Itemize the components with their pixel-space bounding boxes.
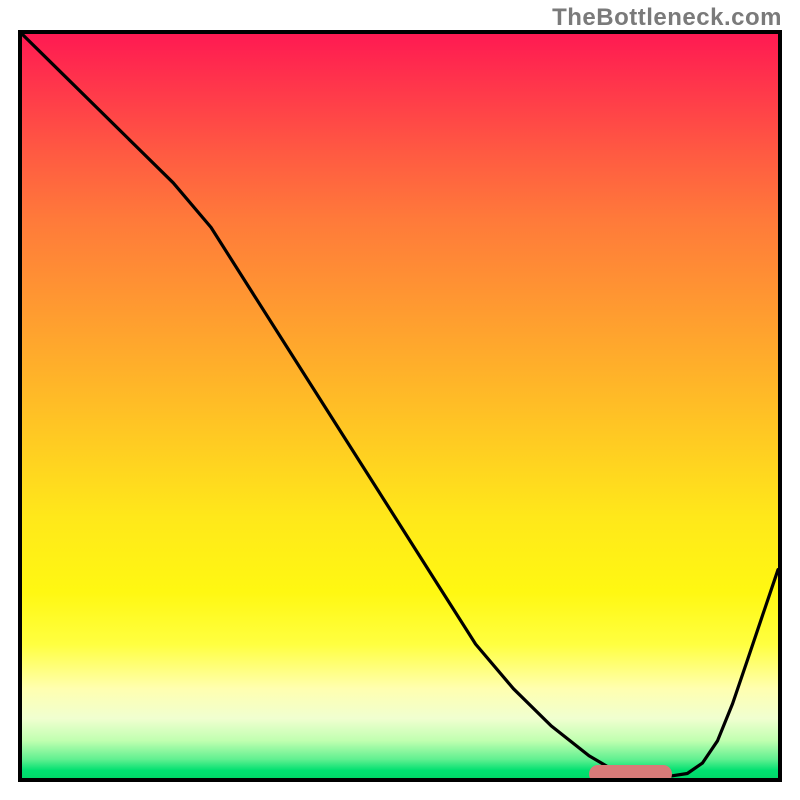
chart-container: TheBottleneck.com xyxy=(0,0,800,800)
watermark-text: TheBottleneck.com xyxy=(552,4,782,32)
bottleneck-curve xyxy=(22,34,778,778)
optimal-range-marker xyxy=(589,765,672,782)
plot-area xyxy=(18,30,782,782)
